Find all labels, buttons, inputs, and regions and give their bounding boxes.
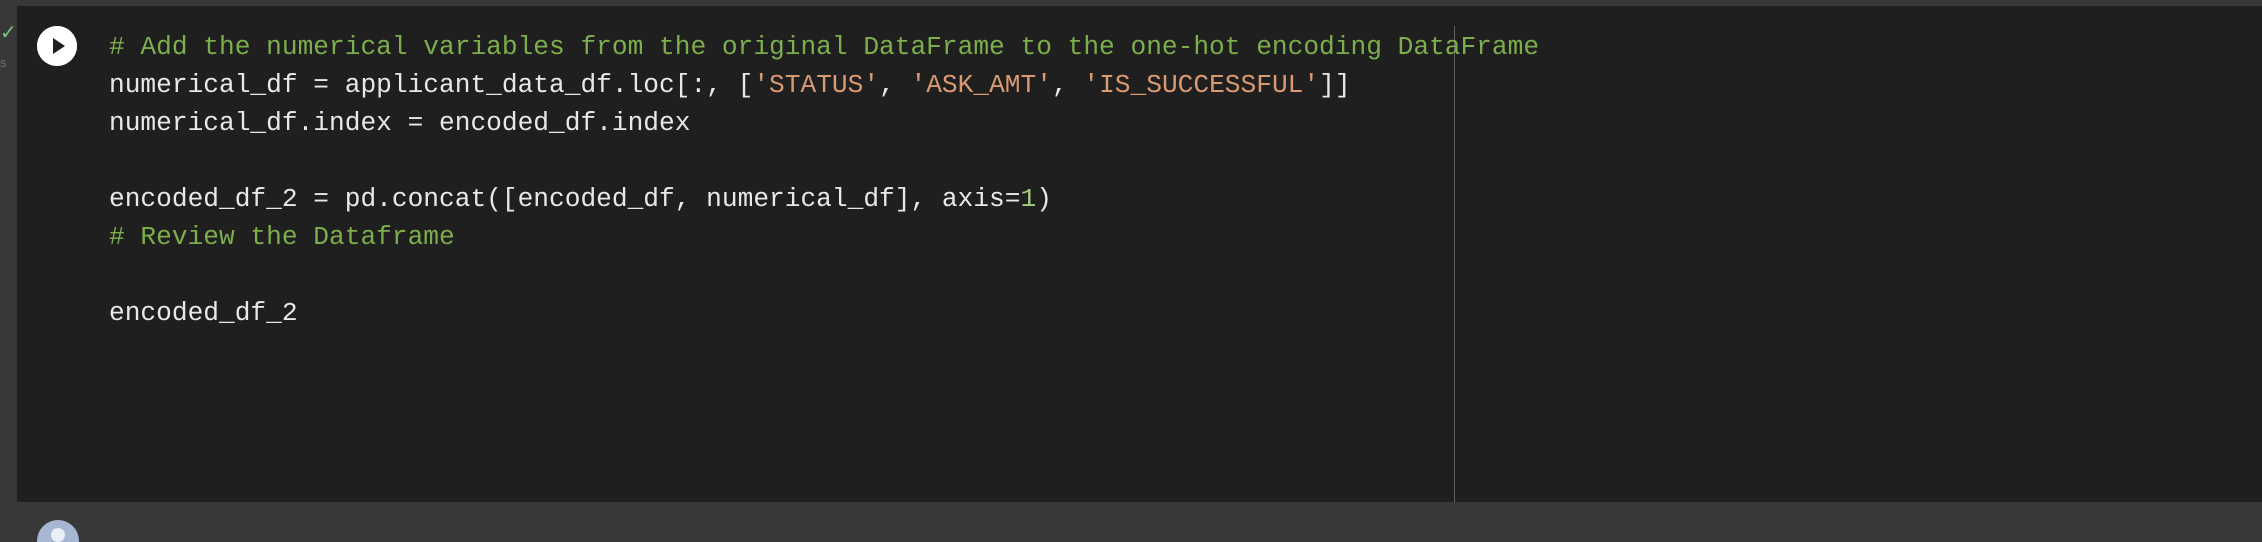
code-editor[interactable]: # Add the numerical variables from the o… [109, 28, 1539, 332]
code-token-text: numerical_df = applicant_data_df.loc[:, … [109, 70, 754, 100]
code-cell[interactable]: # Add the numerical variables from the o… [17, 6, 2262, 502]
code-token-comment: # Add the numerical variables from the o… [109, 32, 1540, 62]
code-line: # Review the Dataframe [109, 218, 1539, 256]
code-token-text: , [1051, 70, 1084, 100]
code-token-number: 1 [1020, 184, 1037, 214]
notebook-page: ✓ s # Add the numerical variables from t… [0, 0, 2262, 542]
code-token-string: 'ASK_AMT' [910, 70, 1052, 100]
code-token-text: ) [1036, 184, 1052, 214]
code-token-text: encoded_df_2 = pd.concat([encoded_df, nu… [109, 184, 1021, 214]
code-line: encoded_df_2 [109, 294, 1539, 332]
code-line: numerical_df.index = encoded_df.index [109, 104, 1539, 142]
user-avatar-icon [37, 520, 79, 542]
code-token-string: 'STATUS' [753, 70, 880, 100]
code-token-text: numerical_df.index = encoded_df.index [109, 108, 691, 138]
code-line: encoded_df_2 = pd.concat([encoded_df, nu… [109, 180, 1539, 218]
execution-time: s [0, 55, 7, 70]
execution-status: ✓ s [0, 20, 17, 72]
run-cell-button[interactable] [37, 26, 77, 66]
code-token-string: 'IS_SUCCESSFUL' [1083, 70, 1320, 100]
code-line: # Add the numerical variables from the o… [109, 28, 1539, 66]
play-icon [37, 26, 77, 66]
code-token-text: encoded_df_2 [109, 298, 298, 328]
code-token-comment: # Review the Dataframe [109, 222, 455, 252]
code-token-text: ]] [1319, 70, 1351, 100]
code-token-text: , [879, 70, 911, 100]
code-line: numerical_df = applicant_data_df.loc[:, … [109, 66, 1539, 104]
check-icon: ✓ [0, 20, 17, 44]
avatar-head [51, 528, 65, 542]
